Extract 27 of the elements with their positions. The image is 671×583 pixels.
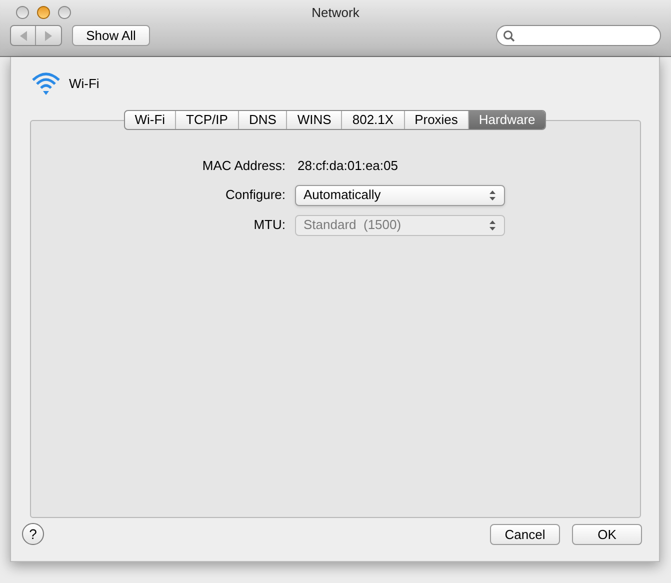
- wifi-icon: [31, 70, 61, 96]
- mtu-label: MTU:: [252, 216, 286, 234]
- tab[interactable]: Wi-Fi: [124, 111, 176, 129]
- configure-label: Configure:: [224, 186, 286, 204]
- forward-icon: [45, 30, 52, 40]
- window-title: Network: [312, 4, 360, 22]
- stepper-icon: [488, 220, 496, 230]
- popup-menu[interactable]: Automatically: [294, 184, 504, 206]
- tab[interactable]: 802.1X: [341, 111, 404, 129]
- tab[interactable]: TCP/IP: [175, 111, 238, 129]
- help-button[interactable]: ?: [22, 523, 44, 545]
- cancel-button[interactable]: Cancel: [490, 524, 560, 544]
- show-all-button[interactable]: Show All: [72, 25, 150, 46]
- mac-label: MAC Address:: [201, 157, 286, 175]
- stepper-icon: [488, 190, 496, 200]
- service-title: Wi-Fi: [69, 74, 100, 93]
- tab[interactable]: WINS: [286, 111, 342, 129]
- zoom-button[interactable]: [58, 6, 71, 19]
- back-icon: [20, 30, 26, 40]
- tab[interactable]: Hardware: [468, 111, 546, 129]
- close-button[interactable]: [16, 6, 29, 19]
- minimize-button[interactable]: [37, 6, 50, 19]
- mac-value: 28:cf:da:01:ea:05: [296, 157, 399, 175]
- ok-button[interactable]: OK: [572, 524, 642, 544]
- search-field[interactable]: [496, 25, 661, 46]
- tab[interactable]: DNS: [238, 111, 286, 129]
- search-icon: [503, 30, 515, 42]
